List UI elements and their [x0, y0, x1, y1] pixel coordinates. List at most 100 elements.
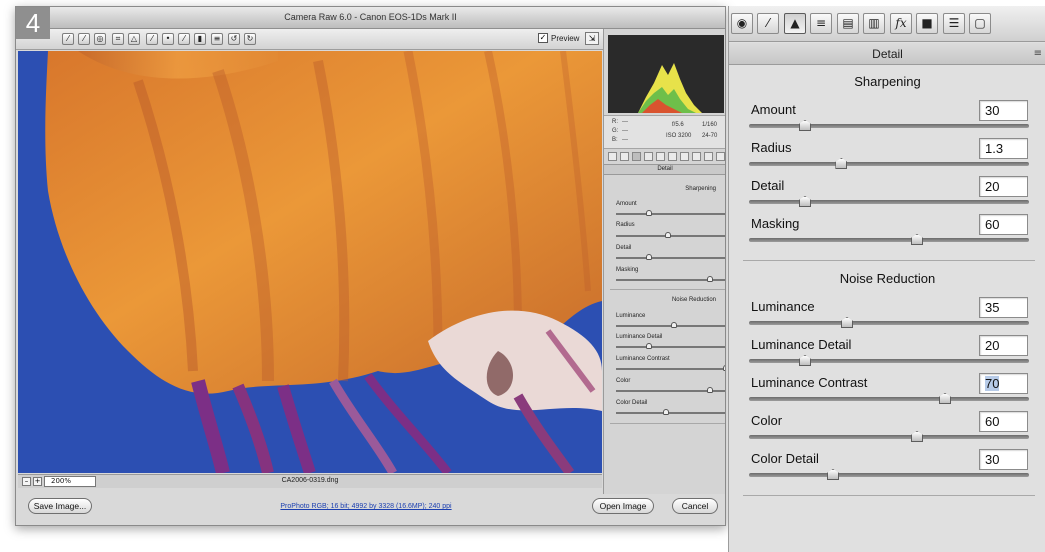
- detail-value-field[interactable]: 20: [979, 176, 1028, 197]
- mini-split-toning-tab-icon[interactable]: [656, 152, 665, 161]
- image-preview[interactable]: [18, 51, 602, 473]
- cancel-button[interactable]: Cancel: [672, 498, 718, 514]
- mini-color-slider[interactable]: [616, 387, 725, 393]
- mini-lens-tab-icon[interactable]: [668, 152, 677, 161]
- mini-basic-tab-icon[interactable]: [608, 152, 617, 161]
- luminance-slider[interactable]: [749, 317, 1029, 328]
- detail-slider[interactable]: [749, 196, 1029, 207]
- open-image-button[interactable]: Open Image: [592, 498, 654, 514]
- hsl-grayscale-tab-icon[interactable]: ≡: [810, 13, 832, 34]
- red-eye-tool-icon[interactable]: •: [162, 33, 174, 45]
- mini-tone-curve-tab-icon[interactable]: [620, 152, 629, 161]
- split-toning-tab-icon[interactable]: ▤: [837, 13, 859, 34]
- full-screen-toggle-icon[interactable]: ⇲: [585, 32, 599, 45]
- color-slider-thumb[interactable]: [911, 431, 923, 442]
- graduated-filter-icon[interactable]: ▮: [194, 33, 206, 45]
- luminance-value-field[interactable]: 35: [979, 297, 1028, 318]
- luminance-detail-slider-thumb[interactable]: [799, 355, 811, 366]
- mini-luminance-contrast-slider[interactable]: [616, 365, 725, 371]
- tone-curve-tab-icon[interactable]: ⁄: [757, 13, 779, 34]
- luminance-detail-slider[interactable]: [749, 355, 1029, 366]
- color-detail-value-text: 30: [985, 452, 1000, 467]
- mini-amount-slider[interactable]: [616, 210, 725, 216]
- white-balance-tool-icon[interactable]: ⁄: [62, 33, 74, 45]
- radius-slider[interactable]: [749, 158, 1029, 169]
- color-detail-value-field[interactable]: 30: [979, 449, 1028, 470]
- luminance-value-text: 35: [985, 300, 1000, 315]
- amount-slider-thumb[interactable]: [799, 120, 811, 131]
- masking-slider[interactable]: [749, 234, 1029, 245]
- adjustment-brush-icon[interactable]: ⁄: [178, 33, 190, 45]
- effects-tab-icon[interactable]: fx: [890, 13, 912, 34]
- radius-slider-thumb[interactable]: [835, 158, 848, 169]
- amount-label: Amount: [751, 102, 796, 117]
- panel-title: Detail: [872, 47, 903, 61]
- masking-value-field[interactable]: 60: [979, 214, 1028, 235]
- window-title: Camera Raw 6.0 - Canon EOS-1Ds Mark II: [284, 12, 457, 22]
- luminance-contrast-slider-thumb[interactable]: [939, 393, 951, 404]
- section-divider-bottom: [743, 495, 1035, 496]
- amount-slider[interactable]: [749, 120, 1029, 131]
- panel-menu-icon[interactable]: ≡: [1034, 48, 1042, 59]
- color-value-field[interactable]: 60: [979, 411, 1028, 432]
- luminance-detail-value-field[interactable]: 20: [979, 335, 1028, 356]
- color-detail-label: Color Detail: [751, 451, 819, 466]
- camera-raw-window: Camera Raw 6.0 - Canon EOS-1Ds Mark II 4…: [15, 6, 726, 526]
- mini-camera-calibration-tab-icon[interactable]: [692, 152, 701, 161]
- color-detail-slider-thumb[interactable]: [827, 469, 839, 480]
- mini-luminance-contrast-label: Luminance Contrast: [616, 356, 670, 362]
- spot-removal-tool-icon[interactable]: ⁄: [146, 33, 158, 45]
- mini-radius-slider[interactable]: [616, 232, 725, 238]
- small-settings-panel: R: --- G: --- B: --- f/5.6 1/160 ISO 320…: [603, 29, 725, 494]
- luminance-contrast-label: Luminance Contrast: [751, 375, 868, 390]
- shutter-value: 1/160: [702, 122, 718, 128]
- preferences-icon[interactable]: ≡: [211, 33, 223, 45]
- sharpening-title: Sharpening: [854, 74, 921, 89]
- snapshots-tab-icon[interactable]: ▢: [969, 13, 991, 34]
- straighten-tool-icon[interactable]: △: [128, 33, 140, 45]
- mini-snapshots-tab-icon[interactable]: [716, 152, 725, 161]
- zoom-status-bar: – + 200% CA2006-0319.dng: [18, 474, 602, 488]
- mini-amount-label: Amount: [616, 201, 637, 207]
- detail-slider-thumb[interactable]: [799, 196, 811, 207]
- color-sampler-tool-icon[interactable]: ⁄: [78, 33, 90, 45]
- save-image-button[interactable]: Save Image...: [28, 498, 92, 514]
- targeted-adjustment-tool-icon[interactable]: ◎: [94, 33, 106, 45]
- mini-masking-slider[interactable]: [616, 276, 725, 282]
- mini-effects-tab-icon[interactable]: [680, 152, 689, 161]
- mini-panel-tabs: [606, 151, 725, 163]
- blue-label: B:: [612, 137, 618, 143]
- lens-corrections-tab-icon[interactable]: ▥: [863, 13, 885, 34]
- amount-value-field[interactable]: 30: [979, 100, 1028, 121]
- crop-tool-icon[interactable]: ⌗: [112, 33, 124, 45]
- luminance-slider-thumb[interactable]: [841, 317, 853, 328]
- mini-detail-slider[interactable]: [616, 254, 725, 260]
- rotate-right-icon[interactable]: ↻: [244, 33, 256, 45]
- luminance-contrast-value-field[interactable]: 70: [979, 373, 1028, 394]
- preview-checkbox[interactable]: ✓: [538, 33, 548, 43]
- workflow-options-link[interactable]: ProPhoto RGB; 16 bit; 4992 by 3328 (16.6…: [246, 503, 486, 510]
- mini-divider: [610, 289, 725, 290]
- color-slider[interactable]: [749, 431, 1029, 442]
- histogram: [608, 35, 724, 113]
- mini-luminance-slider[interactable]: [616, 322, 725, 328]
- radius-value-field[interactable]: 1.3: [979, 138, 1028, 159]
- camera-calibration-tab-icon[interactable]: ■: [916, 13, 938, 34]
- luminance-contrast-slider[interactable]: [749, 393, 1029, 404]
- luminance-detail-value-text: 20: [985, 338, 1000, 353]
- presets-tab-icon[interactable]: ☰: [943, 13, 965, 34]
- basic-tab-icon[interactable]: ◉: [731, 13, 753, 34]
- mini-hsl-tab-icon[interactable]: [644, 152, 653, 161]
- mini-detail-tab-icon[interactable]: [632, 152, 641, 161]
- aperture-value: f/5.6: [672, 122, 684, 128]
- detail-tab-icon[interactable]: ▲: [784, 13, 806, 34]
- mini-color-detail-slider[interactable]: [616, 409, 725, 415]
- mini-luminance-detail-slider[interactable]: [616, 343, 725, 349]
- rotate-left-icon[interactable]: ↺: [228, 33, 240, 45]
- section-divider: [743, 260, 1035, 261]
- color-label: Color: [751, 413, 783, 428]
- mini-color-label: Color: [616, 378, 631, 384]
- masking-slider-thumb[interactable]: [911, 234, 923, 245]
- color-detail-slider[interactable]: [749, 469, 1029, 480]
- mini-presets-tab-icon[interactable]: [704, 152, 713, 161]
